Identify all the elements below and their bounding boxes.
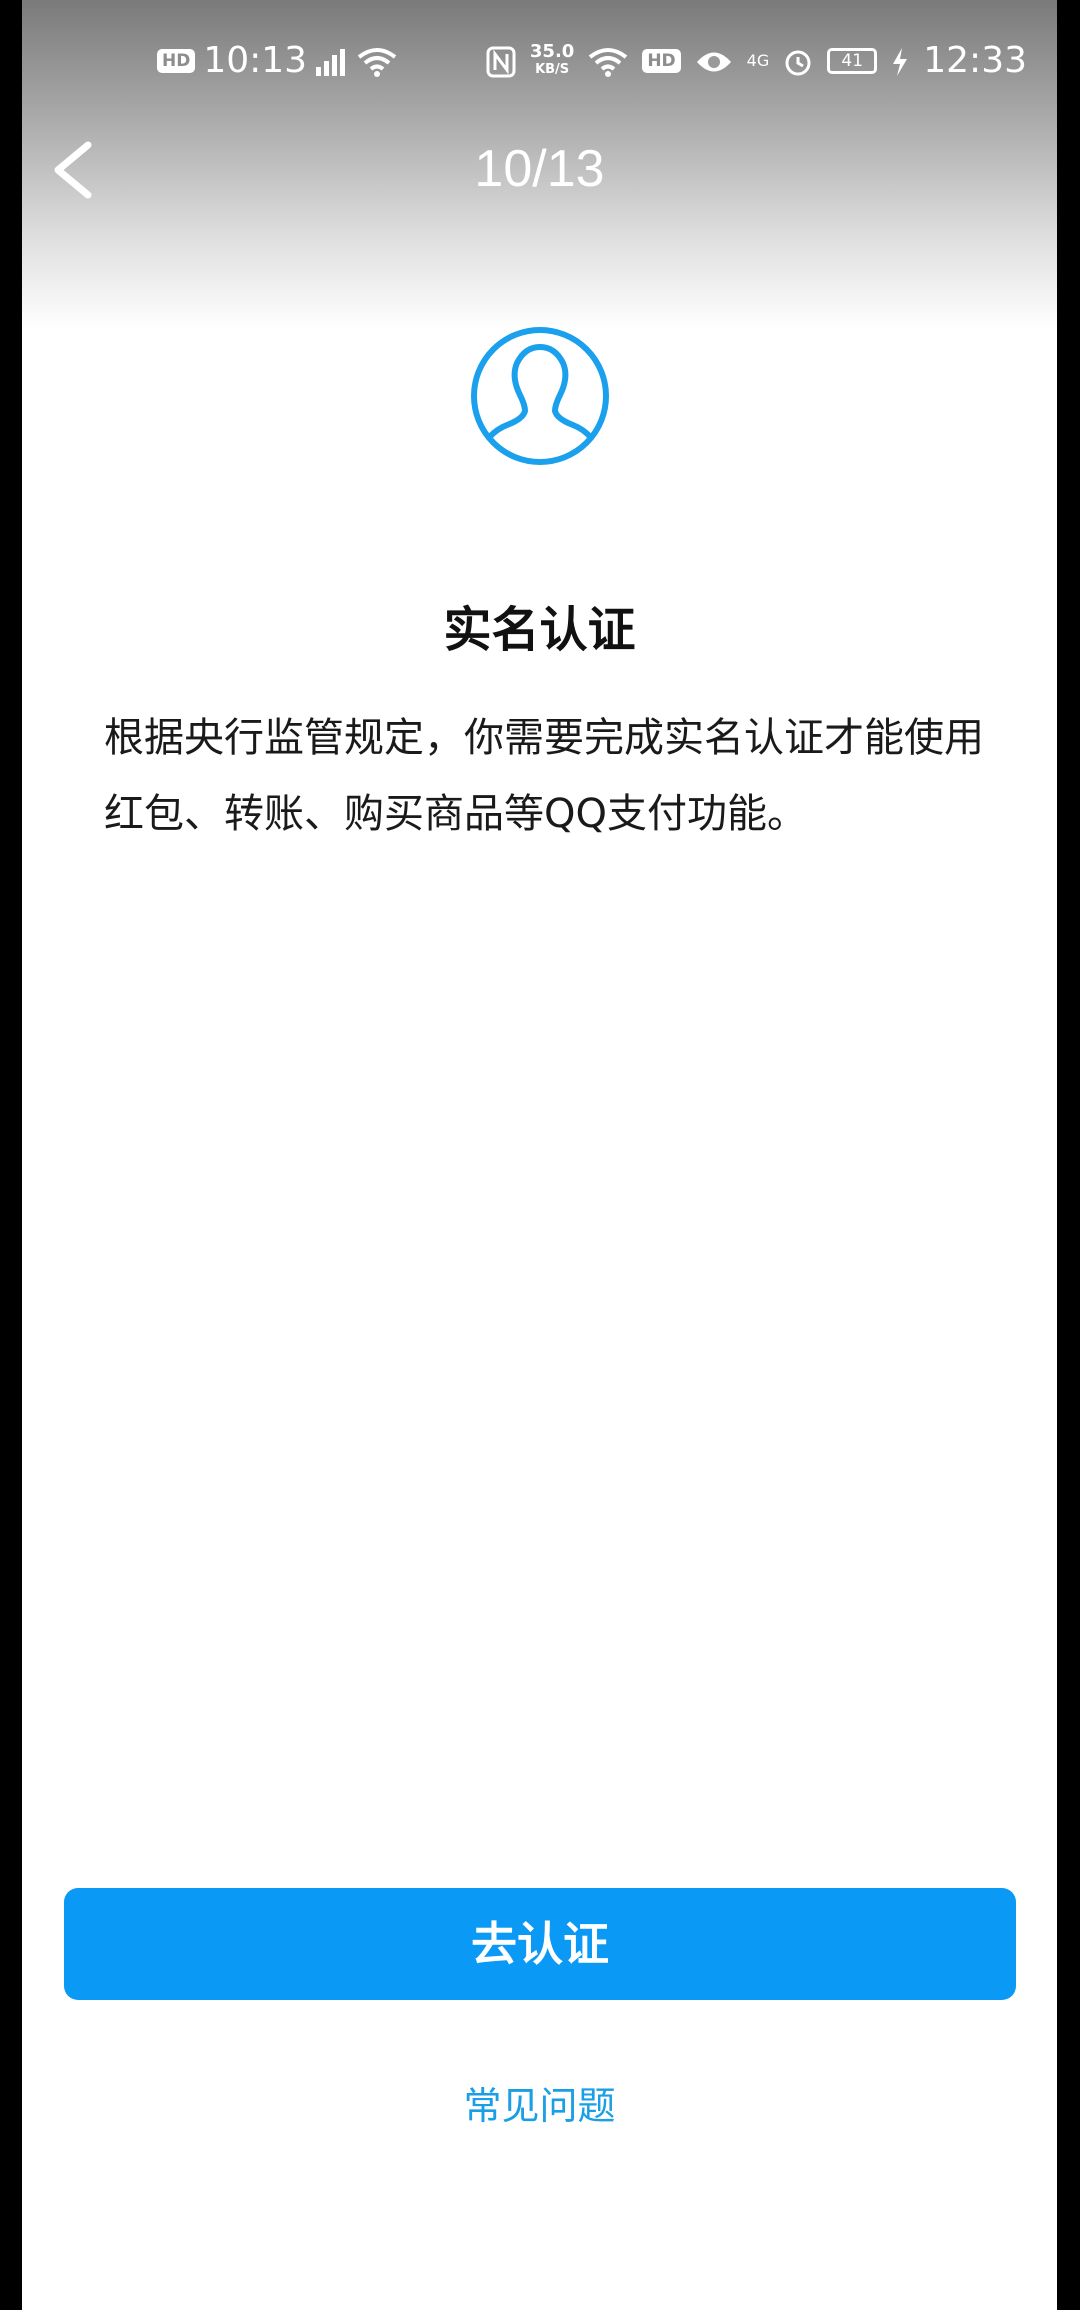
wifi-icon <box>357 41 397 81</box>
status-time: 12:33 <box>923 40 1027 81</box>
battery-icon: 41 <box>827 47 878 74</box>
page-title: 实名认证 <box>443 602 636 658</box>
status-bar: HD 10:13 35.0 KB/S HD 4G 41 12:33 <box>22 30 1057 94</box>
alarm-icon <box>783 41 813 81</box>
charging-icon <box>891 41 909 81</box>
user-avatar-icon <box>469 325 611 467</box>
faq-link[interactable]: 常见问题 <box>22 2075 1057 2130</box>
network-right-label: 4G <box>746 51 770 70</box>
hd-badge-right: HD <box>642 48 681 73</box>
status-left: HD 10:13 <box>157 40 397 81</box>
status-left-time: 10:13 <box>203 40 308 81</box>
battery-level: 41 <box>841 50 864 71</box>
nfc-icon <box>486 41 516 81</box>
signal-icon <box>315 41 349 81</box>
page-counter: 10/13 <box>474 140 605 198</box>
screen: HD 10:13 35.0 KB/S HD 4G 41 12:33 10/13 … <box>22 0 1057 2310</box>
speed-unit: KB/S <box>535 61 570 77</box>
nav-bar: 10/13 <box>22 125 1057 215</box>
speed-value: 35.0 <box>529 40 575 62</box>
status-right: 35.0 KB/S HD 4G 41 12:33 <box>486 40 1027 81</box>
hd-badge: HD <box>157 48 196 73</box>
wifi-icon-right <box>588 41 628 81</box>
description-text: 根据央行监管规定，你需要完成实名认证才能使用红包、转账、购买商品等QQ支付功能。 <box>104 715 984 837</box>
verify-button[interactable]: 去认证 <box>64 1888 1016 2000</box>
eye-icon <box>695 41 733 81</box>
network-speed: 35.0 KB/S <box>529 40 575 79</box>
